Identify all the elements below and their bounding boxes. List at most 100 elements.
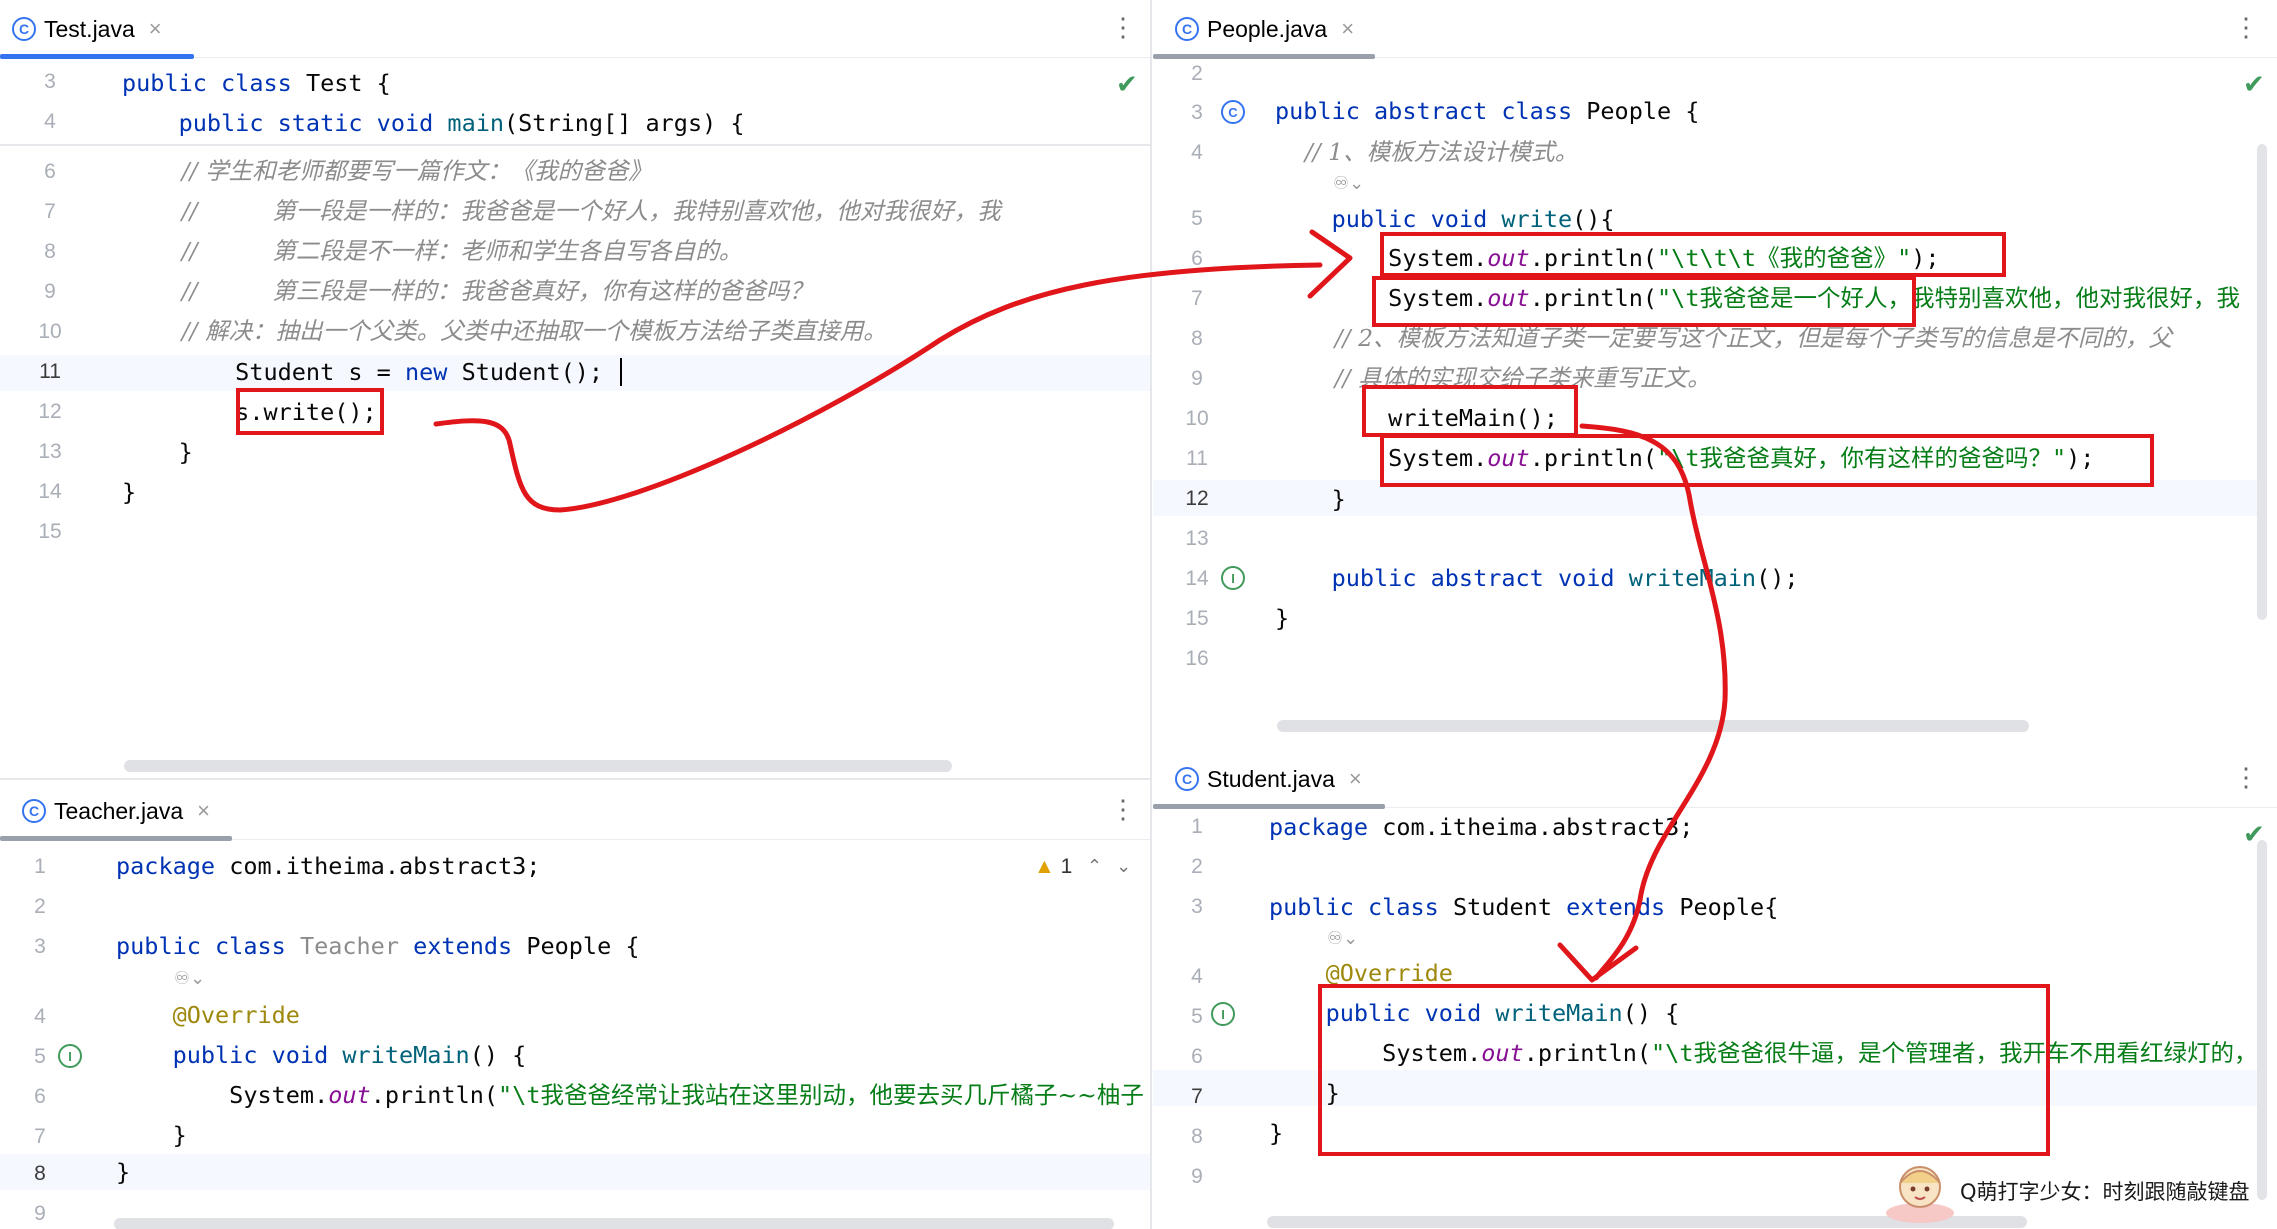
horizontal-scrollbar[interactable] bbox=[1277, 720, 2029, 732]
line-number: 16 bbox=[1185, 647, 1209, 670]
close-icon[interactable]: × bbox=[1349, 766, 1362, 792]
highlight-box-writemain-call bbox=[1362, 385, 1578, 437]
watermark: Q萌打字少女：时刻跟随敲键盘 bbox=[1880, 1156, 2277, 1226]
line-number: 15 bbox=[38, 520, 62, 543]
line-number: 7 bbox=[44, 200, 56, 223]
code-line: } bbox=[122, 438, 193, 466]
line-number: 6 bbox=[34, 1085, 46, 1108]
line-number: 14 bbox=[38, 480, 62, 503]
line-number: 6 bbox=[1191, 1045, 1203, 1068]
comment-line: // 第三段是一样的：我爸爸真好，你有这样的爸爸吗？ bbox=[122, 277, 813, 305]
line-number: 6 bbox=[1191, 247, 1203, 270]
close-icon[interactable]: × bbox=[1341, 16, 1354, 42]
tab-indicator bbox=[1153, 54, 1375, 59]
people-tab-bar: C People.java × ⋮ bbox=[1153, 0, 2277, 59]
comment-line: // 解决：抽出一个父类。父类中还抽取一个模板方法给子类直接用。 bbox=[122, 317, 887, 345]
ai-hint-icon[interactable]: ♾⌄ bbox=[1333, 173, 1364, 194]
code-line: public void writeMain() { bbox=[172, 1041, 527, 1069]
tab-title: Test.java bbox=[44, 15, 135, 42]
test-editor-pane: C Test.java × ⋮ ✔ 3 public class Test { … bbox=[0, 0, 1150, 778]
line-number: 13 bbox=[38, 440, 62, 463]
people-editor-pane: C People.java × ⋮ ✔ 2 3 C public abstrac… bbox=[1153, 0, 2277, 748]
code-line: } bbox=[116, 1121, 187, 1149]
tab-test-java[interactable]: C Test.java × bbox=[12, 0, 162, 58]
code-line: public class Teacher extends People { bbox=[116, 932, 640, 960]
tab-student-java[interactable]: C Student.java × bbox=[1175, 750, 1362, 808]
ai-hint-icon[interactable]: ♾⌄ bbox=[174, 968, 205, 989]
vertical-scrollbar[interactable] bbox=[2257, 840, 2267, 1200]
line-number: 7 bbox=[1191, 287, 1203, 310]
tab-title: Teacher.java bbox=[54, 797, 184, 824]
comment-line: // 1、模板方法设计模式。 bbox=[1275, 138, 1579, 166]
highlight-box-s-write bbox=[236, 388, 384, 435]
line-number: 4 bbox=[1191, 965, 1203, 988]
line-number: 9 bbox=[1191, 1165, 1203, 1188]
highlight-box-last-paragraph bbox=[1380, 434, 2154, 487]
line-number: 8 bbox=[34, 1162, 46, 1185]
line-number: 6 bbox=[44, 160, 56, 183]
chevron-up-icon[interactable]: ⌃ bbox=[1087, 856, 1116, 877]
checkmark-icon: ✔ bbox=[2243, 70, 2265, 100]
watermark-text: Q萌打字少女：时刻跟随敲键盘 bbox=[1960, 1180, 2250, 1204]
tab-people-java[interactable]: C People.java × bbox=[1175, 0, 1354, 58]
implements-method-icon[interactable]: I bbox=[58, 1044, 82, 1068]
horizontal-scrollbar[interactable] bbox=[124, 760, 952, 772]
line-number: 3 bbox=[34, 935, 46, 958]
line-number: 8 bbox=[44, 240, 56, 263]
code-line: } bbox=[116, 1158, 131, 1186]
mascot-avatar-icon bbox=[1880, 1157, 1960, 1225]
close-icon[interactable]: × bbox=[197, 798, 210, 824]
code-line: package com.itheima.abstract3; bbox=[116, 852, 541, 880]
teacher-tab-bar: C Teacher.java × ⋮ bbox=[0, 782, 1150, 841]
code-line: package com.itheima.abstract3; bbox=[1269, 813, 1694, 841]
pane-divider bbox=[0, 778, 1152, 780]
implemented-method-icon[interactable]: I bbox=[1221, 566, 1245, 590]
class-icon: C bbox=[12, 17, 36, 41]
close-icon[interactable]: × bbox=[149, 16, 162, 42]
more-options-icon[interactable]: ⋮ bbox=[2233, 762, 2259, 793]
line-number: 3 bbox=[1191, 895, 1203, 918]
student-tab-bar: C Student.java × ⋮ bbox=[1153, 750, 2277, 809]
test-tab-bar: C Test.java × ⋮ bbox=[0, 0, 1150, 59]
line-number: 4 bbox=[44, 110, 56, 133]
vertical-scrollbar[interactable] bbox=[2257, 144, 2267, 620]
checkmark-icon: ✔ bbox=[1116, 70, 1138, 100]
line-number: 15 bbox=[1185, 607, 1209, 630]
line-number: 8 bbox=[1191, 327, 1203, 350]
warning-navigation[interactable]: ⌃⌄ bbox=[1087, 856, 1145, 877]
ai-hint-icon[interactable]: ♾⌄ bbox=[1327, 928, 1358, 949]
line-number: 9 bbox=[34, 1202, 46, 1225]
code-line: } bbox=[1275, 604, 1290, 632]
implements-method-icon[interactable]: I bbox=[1211, 1002, 1235, 1026]
highlight-box-title-println bbox=[1380, 232, 2006, 277]
more-options-icon[interactable]: ⋮ bbox=[2233, 12, 2259, 43]
class-icon: C bbox=[22, 799, 46, 823]
line-number: 11 bbox=[39, 360, 61, 383]
tab-indicator bbox=[0, 836, 232, 841]
warnings-indicator[interactable]: ▲ 1 bbox=[1034, 855, 1072, 879]
line-number: 7 bbox=[1191, 1085, 1203, 1108]
tab-indicator bbox=[1153, 804, 1385, 809]
line-number: 3 bbox=[1191, 101, 1203, 124]
code-line: public abstract class People { bbox=[1275, 97, 1700, 125]
code-line: Student s = new Student(); bbox=[122, 358, 604, 386]
more-options-icon[interactable]: ⋮ bbox=[1110, 794, 1136, 825]
chevron-down-icon[interactable]: ⌄ bbox=[1116, 856, 1145, 877]
line-number: 7 bbox=[34, 1125, 46, 1148]
line-number: 10 bbox=[38, 320, 62, 343]
line-number: 12 bbox=[38, 400, 62, 423]
more-options-icon[interactable]: ⋮ bbox=[1110, 12, 1136, 43]
horizontal-scrollbar[interactable] bbox=[114, 1218, 1114, 1229]
line-number: 2 bbox=[1191, 62, 1203, 85]
class-icon: C bbox=[1175, 767, 1199, 791]
active-tab-indicator bbox=[0, 54, 194, 59]
code-line: } bbox=[1275, 485, 1346, 513]
current-line-highlight bbox=[0, 1154, 1150, 1190]
line-number: 13 bbox=[1185, 527, 1209, 550]
inherited-by-icon[interactable]: C bbox=[1221, 100, 1245, 124]
comment-line: // 2、模板方法知道子类一定要写这个正文，但是每个子类写的信息是不同的，父 bbox=[1275, 324, 2173, 352]
line-number: 8 bbox=[1191, 1125, 1203, 1148]
line-number: 5 bbox=[1191, 207, 1203, 230]
tab-teacher-java[interactable]: C Teacher.java × bbox=[22, 782, 210, 840]
line-number: 1 bbox=[1191, 815, 1203, 838]
